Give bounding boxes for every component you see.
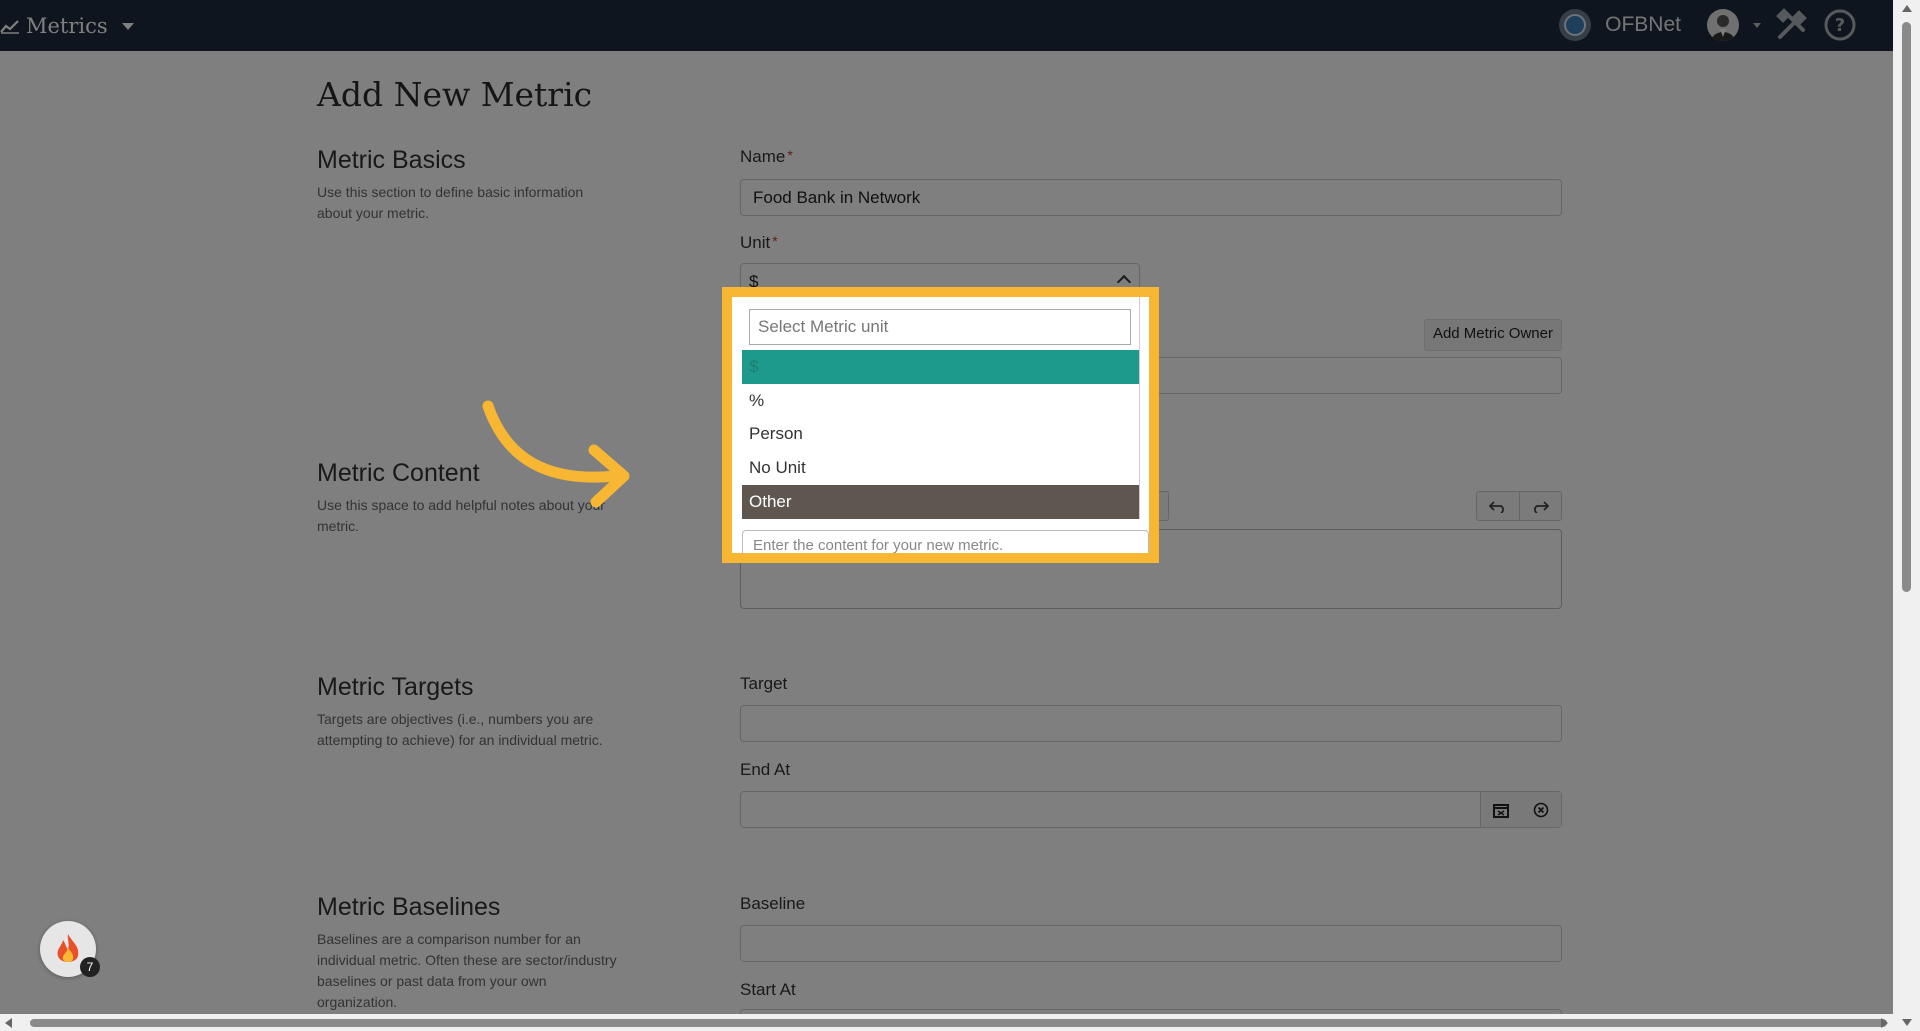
scroll-right-icon[interactable] <box>1881 1018 1888 1028</box>
dropdown-divider <box>1139 297 1140 519</box>
scroll-thumb[interactable] <box>1902 22 1911 592</box>
streak-count-badge: 7 <box>80 957 100 977</box>
vertical-scrollbar[interactable] <box>1893 0 1920 1031</box>
unit-option-person[interactable]: Person <box>742 417 1139 451</box>
scroll-left-icon[interactable] <box>5 1018 12 1028</box>
unit-option-no-unit[interactable]: No Unit <box>742 451 1139 485</box>
scroll-thumb-horizontal[interactable] <box>30 1019 1887 1027</box>
scroll-up-icon[interactable] <box>1902 5 1912 12</box>
content-editor-placeholder[interactable]: Enter the content for your new metric. <box>742 530 1149 554</box>
scroll-down-icon[interactable] <box>1902 1019 1912 1026</box>
horizontal-scrollbar[interactable] <box>0 1014 1893 1031</box>
pointer-arrow-icon <box>482 400 630 508</box>
unit-option-other[interactable]: Other <box>742 485 1139 519</box>
unit-search-input[interactable]: Select Metric unit <box>749 309 1131 345</box>
unit-option-dollar[interactable]: $ <box>742 350 1139 384</box>
unit-option-percent[interactable]: % <box>742 384 1139 418</box>
flame-icon <box>57 934 79 962</box>
